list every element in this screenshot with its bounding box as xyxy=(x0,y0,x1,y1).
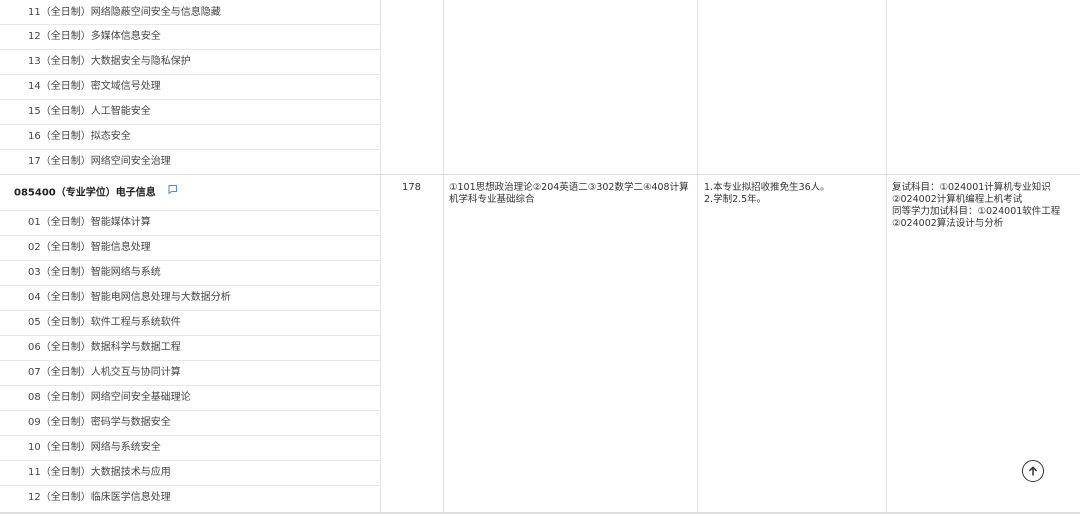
exam-subjects: ①101思想政治理论②204英语二③302数学二④408计算 机学科专业基础综合 xyxy=(449,182,693,206)
enrollment-count: 178 xyxy=(401,182,422,193)
retest-line: ②024002算法设计与分析 xyxy=(892,218,1004,229)
table-row: 13（全日制）大数据安全与隐私保护 xyxy=(28,56,191,67)
major-title: 085400（专业学位）电子信息 xyxy=(0,175,380,210)
table-row: 17（全日制）网络空间安全治理 xyxy=(28,156,171,167)
table-bottom-border xyxy=(0,512,1080,514)
table-row: 14（全日制）密文域信号处理 xyxy=(28,81,161,92)
table-row: 11（全日制）网络隐蔽空间安全与信息隐藏 xyxy=(28,7,221,18)
retest-line: 同等学力加试科目：①024001软件工程 xyxy=(892,206,1061,217)
exam-subjects-line: ①101思想政治理论②204英语二③302数学二④408计算 xyxy=(449,182,689,193)
remarks: 1.本专业拟招收推免生36人。 2.学制2.5年。 xyxy=(704,182,884,206)
exam-subjects-line: 机学科专业基础综合 xyxy=(449,194,535,205)
table-row: 05（全日制）软件工程与系统软件 xyxy=(28,317,181,328)
table-row: 04（全日制）智能电网信息处理与大数据分析 xyxy=(28,292,231,303)
table-row: 03（全日制）智能网络与系统 xyxy=(28,267,161,278)
scroll-to-top-button[interactable] xyxy=(1022,460,1044,482)
column-divider xyxy=(443,0,444,513)
remarks-line: 2.学制2.5年。 xyxy=(704,194,767,205)
retest-line: ②024002计算机编程上机考试 xyxy=(892,194,1023,205)
remarks-line: 1.本专业拟招收推免生36人。 xyxy=(704,182,830,193)
table-row: 02（全日制）智能信息处理 xyxy=(28,242,151,253)
table-row: 16（全日制）拟态安全 xyxy=(28,131,131,142)
column-divider xyxy=(380,0,381,513)
table-row: 06（全日制）数据科学与数据工程 xyxy=(28,342,181,353)
column-divider xyxy=(697,0,698,513)
table-row: 10（全日制）网络与系统安全 xyxy=(28,442,161,453)
table-row: 08（全日制）网络空间安全基础理论 xyxy=(28,392,191,403)
table-row: 07（全日制）人机交互与协同计算 xyxy=(28,367,181,378)
enrollment-table: 11（全日制）网络隐蔽空间安全与信息隐藏 12（全日制）多媒体信息安全 13（全… xyxy=(0,0,1080,514)
table-row: 12（全日制）临床医学信息处理 xyxy=(28,492,171,503)
column-divider xyxy=(886,0,887,513)
arrow-up-circle-icon xyxy=(1027,465,1039,477)
table-row: 01（全日制）智能媒体计算 xyxy=(28,217,151,228)
table-row: 12（全日制）多媒体信息安全 xyxy=(28,31,161,42)
table-row: 15（全日制）人工智能安全 xyxy=(28,106,151,117)
retest-subjects: 复试科目：①024001计算机专业知识 ②024002计算机编程上机考试 同等学… xyxy=(892,182,1078,230)
retest-line: 复试科目：①024001计算机专业知识 xyxy=(892,182,1051,193)
table-row: 09（全日制）密码学与数据安全 xyxy=(28,417,171,428)
flag-icon[interactable] xyxy=(167,175,178,210)
table-row: 11（全日制）大数据技术与应用 xyxy=(28,467,171,478)
major-title-text: 085400（专业学位）电子信息 xyxy=(14,187,156,199)
